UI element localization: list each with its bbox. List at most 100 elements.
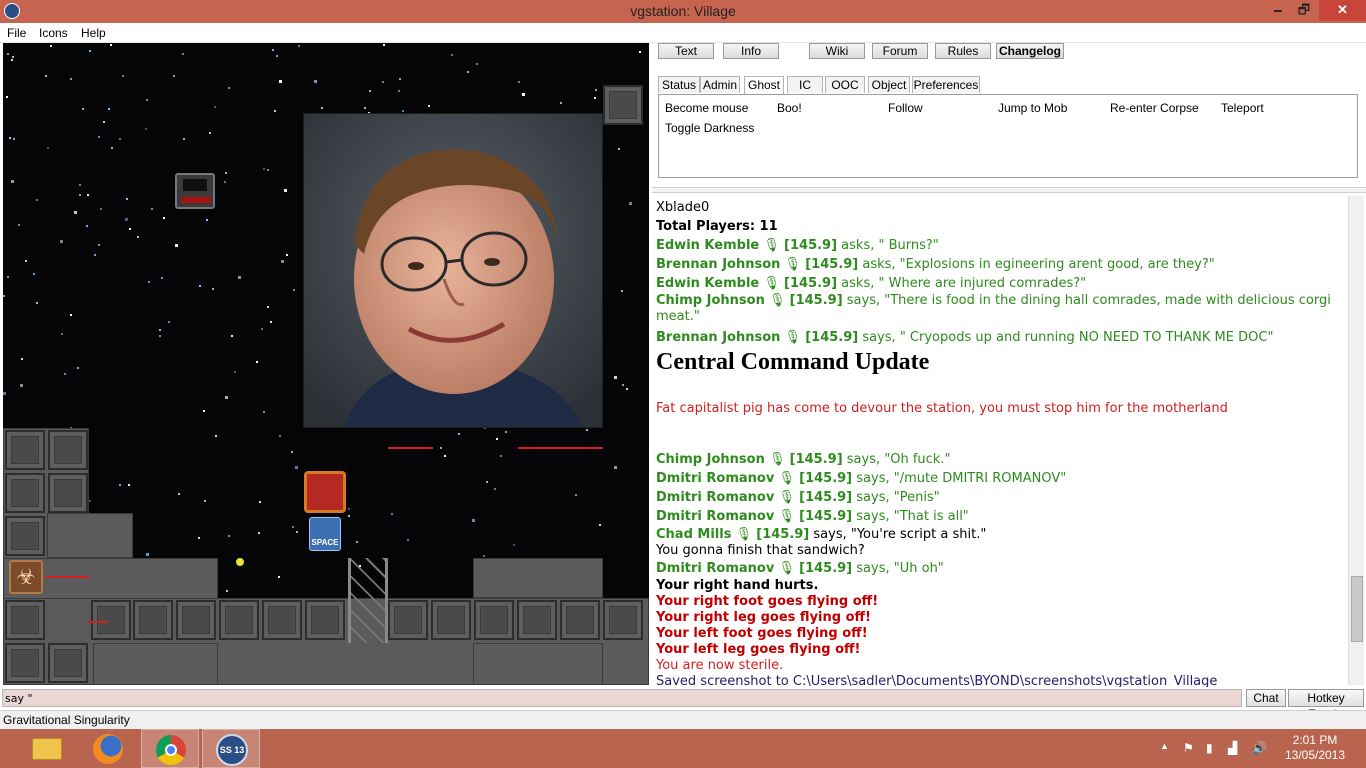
wiki-button[interactable]: Wiki xyxy=(809,43,865,59)
star xyxy=(82,108,84,110)
tab-preferences[interactable]: Preferences xyxy=(912,76,980,93)
star xyxy=(6,96,8,98)
star xyxy=(9,137,11,139)
text-button[interactable]: Text xyxy=(658,43,714,59)
splitter[interactable] xyxy=(652,187,1366,193)
star xyxy=(476,63,478,65)
verb-teleport[interactable]: Teleport xyxy=(1221,101,1264,115)
star xyxy=(267,306,269,308)
floor-tile xyxy=(5,516,45,556)
chat-message: Dmitri Romanov 🎙 [145.9] says, "Penis" xyxy=(656,490,940,505)
grille-sprite[interactable] xyxy=(348,558,388,643)
star xyxy=(321,107,323,109)
game-map[interactable]: SPACE ☣ xyxy=(3,43,649,685)
menu-file[interactable]: File xyxy=(7,26,26,40)
chat-output[interactable]: Xblade0 Total Players: 11 Edwin Kemble 🎙… xyxy=(656,198,1346,687)
floor-tile xyxy=(5,600,45,640)
star xyxy=(98,244,100,246)
star xyxy=(614,466,617,469)
flag-icon[interactable]: ⚑ xyxy=(1183,741,1194,755)
info-panel: Text Info Wiki Forum Rules Changelog Sta… xyxy=(652,43,1366,687)
star xyxy=(11,59,13,61)
star xyxy=(629,202,632,205)
bulb-sprite[interactable] xyxy=(236,558,244,566)
star xyxy=(483,555,485,557)
maximize-button[interactable]: 🗗 xyxy=(1290,0,1318,21)
chat-line: You gonna finish that sandwich? xyxy=(656,543,865,558)
verb-toggle-darkness[interactable]: Toggle Darkness xyxy=(665,121,754,135)
forum-button[interactable]: Forum xyxy=(872,43,928,59)
chat-message: Edwin Kemble 🎙 [145.9] asks, " Burns?" xyxy=(656,238,939,253)
info-button[interactable]: Info xyxy=(723,43,779,59)
toolbox-sprite[interactable] xyxy=(304,471,346,513)
star xyxy=(110,44,112,46)
changelog-button[interactable]: Changelog xyxy=(996,43,1064,59)
tab-admin[interactable]: Admin xyxy=(700,76,740,93)
star xyxy=(279,80,282,83)
input-row: Chat Hotkey Toggle xyxy=(0,688,1366,721)
firefox-icon[interactable] xyxy=(79,729,137,768)
star xyxy=(238,276,241,279)
star xyxy=(599,524,601,526)
star xyxy=(70,78,72,80)
star xyxy=(3,392,6,395)
chat-line: Your right leg goes flying off! xyxy=(656,610,871,625)
hotkey-toggle-button[interactable]: Hotkey Toggle xyxy=(1288,689,1364,721)
tray-arrow-icon[interactable]: ▲ xyxy=(1160,741,1169,751)
space-sign[interactable]: SPACE xyxy=(309,517,341,551)
star xyxy=(86,225,88,227)
clock-date: 13/05/2013 xyxy=(1284,748,1346,762)
chat-scrollbar[interactable] xyxy=(1348,196,1364,685)
star xyxy=(234,371,236,373)
star xyxy=(500,455,502,457)
biohazard-sign[interactable]: ☣ xyxy=(9,560,43,594)
scrollbar-thumb[interactable] xyxy=(1351,576,1363,642)
star xyxy=(292,526,294,528)
verb-follow[interactable]: Follow xyxy=(888,101,923,115)
star xyxy=(209,132,211,134)
star xyxy=(146,99,148,101)
minimize-button[interactable]: 🗕 xyxy=(1264,0,1292,21)
star xyxy=(291,451,293,453)
clock-time: 2:01 PM xyxy=(1292,733,1338,747)
floor-tile xyxy=(305,600,345,640)
star xyxy=(61,333,63,335)
chat-line: Your right foot goes flying off! xyxy=(656,594,879,609)
star xyxy=(286,254,288,256)
verb-boo[interactable]: Boo! xyxy=(777,101,802,115)
chat-button[interactable]: Chat xyxy=(1246,689,1286,707)
verb-jump-to-mob[interactable]: Jump to Mob xyxy=(998,101,1067,115)
star xyxy=(276,55,278,57)
tab-object[interactable]: Object xyxy=(868,76,910,93)
tab-ghost[interactable]: Ghost xyxy=(744,76,784,94)
command-input[interactable] xyxy=(2,689,1242,707)
star xyxy=(594,97,596,99)
portrait-sprite[interactable] xyxy=(303,113,603,428)
star xyxy=(111,147,113,149)
floor-tile xyxy=(5,430,45,470)
verb-panel: Become mouse Boo! Follow Jump to Mob Re-… xyxy=(658,94,1358,178)
clock[interactable]: 2:01 PM 13/05/2013 xyxy=(1280,733,1350,763)
chrome-icon[interactable] xyxy=(141,729,199,768)
battery-icon[interactable]: ▮ xyxy=(1206,741,1213,755)
star xyxy=(281,260,284,263)
tab-ic[interactable]: IC xyxy=(787,76,823,93)
tab-status[interactable]: Status xyxy=(658,76,700,93)
ss13-icon[interactable]: SS 13 xyxy=(202,729,260,768)
rules-button[interactable]: Rules xyxy=(935,43,991,59)
star xyxy=(199,285,201,287)
star xyxy=(7,53,9,55)
verb-reenter-corpse[interactable]: Re-enter Corpse xyxy=(1110,101,1199,115)
computer-sprite[interactable] xyxy=(175,173,215,209)
close-button[interactable]: ✕ xyxy=(1319,0,1366,21)
network-icon[interactable]: ▟ xyxy=(1228,741,1237,755)
menu-icons[interactable]: Icons xyxy=(39,26,68,40)
tab-ooc[interactable]: OOC xyxy=(825,76,865,93)
explorer-icon[interactable] xyxy=(18,729,76,768)
menu-help[interactable]: Help xyxy=(81,26,106,40)
star xyxy=(263,411,265,413)
verb-become-mouse[interactable]: Become mouse xyxy=(665,101,748,115)
floor-tile xyxy=(48,430,88,470)
volume-icon[interactable]: 🔊 xyxy=(1252,741,1267,755)
star xyxy=(369,90,371,92)
